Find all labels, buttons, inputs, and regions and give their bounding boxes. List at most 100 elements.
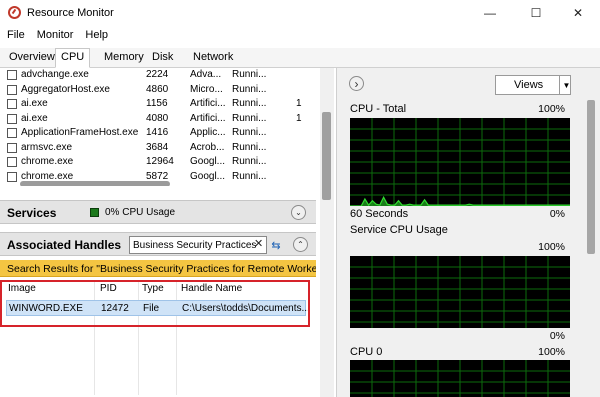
process-extra: 1 (296, 112, 302, 124)
left-panel: advchange.exe 2224 Adva... Runni... Aggr… (0, 68, 320, 397)
services-header[interactable]: Services 0% CPU Usage ⌄ (0, 200, 316, 224)
process-name: ApplicationFrameHost.exe (21, 127, 139, 138)
process-pid: 4080 (146, 112, 169, 124)
tab-network[interactable]: Network (193, 51, 233, 63)
process-extra: 1 (296, 98, 302, 109)
associated-handles-title: Associated Handles (7, 238, 122, 252)
expand-panel-icon[interactable]: › (349, 76, 364, 91)
process-row[interactable]: AggregatorHost.exe 4860 Micro... Runni..… (0, 83, 316, 98)
graph-title-cpu-total: CPU - Total (350, 103, 407, 115)
process-pid: 2224 (146, 69, 169, 80)
process-status: Runni... (232, 83, 267, 95)
tab-bar: Overview CPU Memory Disk Network (0, 48, 600, 68)
process-checkbox[interactable] (7, 113, 17, 124)
tab-overview[interactable]: Overview (9, 51, 55, 63)
process-checkbox[interactable] (7, 157, 17, 167)
tab-cpu[interactable]: CPU (55, 48, 91, 68)
window-title: Resource Monitor (27, 7, 114, 19)
process-description: Googl... (190, 156, 226, 167)
process-name: ai.exe (21, 98, 48, 109)
services-cpu-usage: 0% CPU Usage (105, 207, 176, 218)
process-checkbox[interactable] (7, 70, 17, 80)
process-description: Artifici... (190, 112, 226, 124)
process-pid: 5872 (146, 170, 169, 182)
process-checkbox[interactable] (7, 128, 17, 138)
process-status: Runni... (232, 69, 267, 80)
process-name: chrome.exe (21, 170, 74, 182)
process-row[interactable]: ApplicationFrameHost.exe 1416 Applic... … (0, 126, 316, 141)
menu-monitor[interactable]: Monitor (31, 27, 80, 43)
process-description: Adva... (190, 69, 222, 80)
cpu0-graph-canvas (350, 360, 570, 397)
process-description: Micro... (190, 83, 223, 95)
process-name: armsvc.exe (21, 141, 73, 153)
process-row[interactable]: ai.exe 1156 Artifici... Runni... 1 (0, 97, 316, 112)
resource-monitor-icon (8, 6, 21, 19)
graph-max-cpu-total: 100% (538, 103, 565, 115)
process-pid: 12964 (146, 156, 174, 167)
title-bar: Resource Monitor — ☐ ✕ (0, 0, 600, 26)
minimize-button[interactable]: — (468, 0, 512, 26)
views-dropdown-icon[interactable]: ▼ (559, 75, 573, 95)
menu-bar: File Monitor Help (0, 27, 114, 43)
process-row[interactable]: armsvc.exe 3684 Acrob... Runni... (0, 141, 316, 156)
services-title: Services (7, 206, 57, 220)
tab-disk[interactable]: Disk (152, 51, 173, 63)
process-pid: 3684 (146, 141, 169, 153)
tab-memory[interactable]: Memory (104, 51, 144, 63)
process-status: Runni... (232, 156, 267, 167)
process-pid: 1416 (146, 127, 169, 138)
process-status: Runni... (232, 112, 267, 124)
process-pid: 1156 (146, 98, 168, 109)
process-description: Acrob... (190, 141, 225, 153)
maximize-button[interactable]: ☐ (514, 0, 558, 26)
graph-min-service-cpu: 0% (549, 330, 565, 342)
left-panel-scroll-thumb[interactable] (322, 112, 331, 200)
process-row[interactable]: advchange.exe 2224 Adva... Runni... (0, 68, 316, 83)
process-description: Artifici... (190, 98, 226, 109)
process-status: Runni... (232, 98, 267, 109)
menu-help[interactable]: Help (79, 27, 114, 43)
cpu-usage-indicator (90, 208, 99, 217)
graph-time-window: 60 Seconds (350, 208, 409, 220)
menu-file[interactable]: File (0, 27, 31, 43)
search-refresh-icon[interactable]: ⇆ (267, 236, 285, 254)
services-expand-chevron-icon[interactable]: ⌄ (291, 205, 306, 220)
process-description: Applic... (190, 127, 226, 138)
cpu-total-graph (350, 118, 570, 206)
service-cpu-graph-canvas (350, 256, 570, 328)
graph-title-cpu0: CPU 0 (350, 346, 383, 358)
process-list: advchange.exe 2224 Adva... Runni... Aggr… (0, 68, 316, 186)
graphs-scroll-thumb[interactable] (587, 100, 595, 254)
process-status: Runni... (232, 141, 267, 153)
graphs-panel: › Views ▼ CPU - Total 100% 60 Seconds 0%… (336, 68, 600, 397)
clear-search-icon[interactable]: ✕ (254, 237, 263, 250)
process-checkbox[interactable] (7, 84, 17, 95)
graphs-toolbar: › Views ▼ (337, 68, 600, 98)
process-status: Runni... (232, 127, 267, 138)
graph-min-cpu-total: 0% (549, 208, 565, 220)
graph-max-service-cpu: 100% (538, 241, 565, 253)
process-row[interactable]: chrome.exe 12964 Googl... Runni... (0, 155, 316, 170)
handles-collapse-chevron-icon[interactable]: ⌃ (293, 237, 308, 252)
process-name: chrome.exe (21, 156, 74, 167)
process-checkbox[interactable] (7, 99, 17, 109)
process-pid: 4860 (146, 83, 169, 95)
associated-handles-header: Associated Handles Business Security Pra… (0, 232, 316, 256)
horizontal-scrollbar[interactable] (20, 181, 170, 186)
service-cpu-graph (350, 256, 570, 328)
process-checkbox[interactable] (7, 171, 17, 182)
handles-search-input[interactable]: Business Security Practices (129, 236, 267, 254)
process-name: advchange.exe (21, 69, 89, 80)
cpu0-graph (350, 360, 570, 397)
process-checkbox[interactable] (7, 142, 17, 153)
process-name: AggregatorHost.exe (21, 83, 110, 95)
process-status: Runni... (232, 170, 267, 182)
graph-title-service-cpu: Service CPU Usage (350, 224, 448, 236)
cpu-total-graph-canvas (350, 118, 570, 206)
close-button[interactable]: ✕ (556, 0, 600, 26)
process-row[interactable]: ai.exe 4080 Artifici... Runni... 1 (0, 112, 316, 127)
search-results-banner: Search Results for "Business Security Pr… (0, 260, 316, 277)
graph-max-cpu0: 100% (538, 346, 565, 358)
process-name: ai.exe (21, 112, 48, 124)
